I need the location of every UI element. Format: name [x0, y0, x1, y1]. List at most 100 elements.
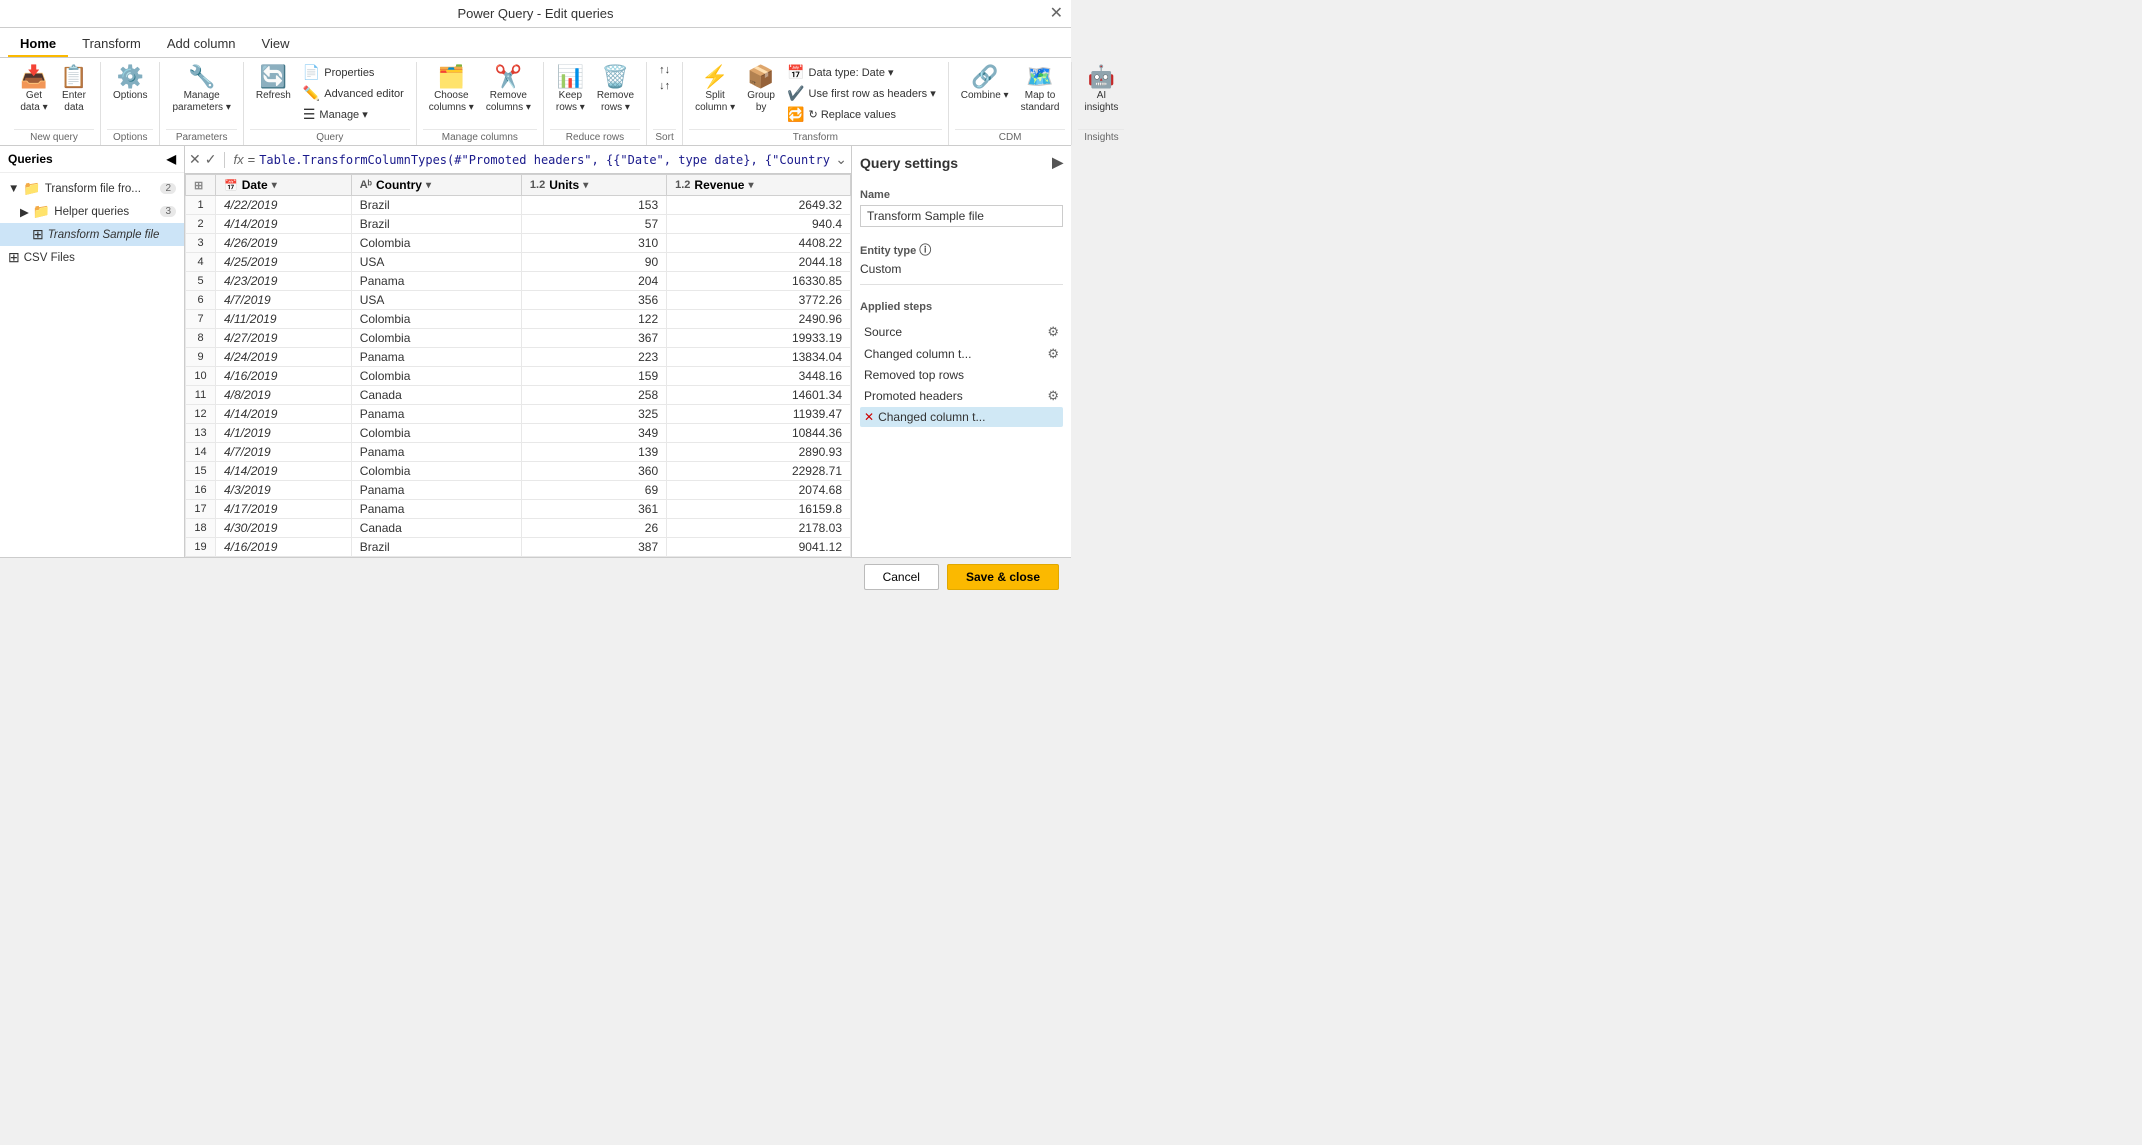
ribbon-group-transform: ⚡ Splitcolumn ▾ 📦 Groupby 📅 Data type: D… — [683, 62, 949, 145]
col-country-label: Country — [376, 178, 422, 192]
table-row[interactable]: 6 4/7/2019 USA 356 3772.26 — [186, 291, 851, 310]
queries-panel: Queries ◀ ▼ 📁 Transform file fro... 2 ▶ … — [0, 146, 185, 557]
date-filter-icon[interactable]: ▾ — [272, 180, 277, 191]
cell-country: Colombia — [351, 424, 521, 443]
table-row[interactable]: 8 4/27/2019 Colombia 367 19933.19 — [186, 329, 851, 348]
units-type-icon: 1.2 — [530, 179, 545, 191]
table-row[interactable]: 10 4/16/2019 Colombia 159 3448.16 — [186, 367, 851, 386]
ai-insights-button[interactable]: 🤖 AIinsights — [1078, 62, 1124, 118]
cell-country: Panama — [351, 348, 521, 367]
country-filter-icon[interactable]: ▾ — [426, 180, 431, 191]
get-data-button[interactable]: 📥 Getdata ▾ — [14, 62, 54, 118]
table-row[interactable]: 1 4/22/2019 Brazil 153 2649.32 — [186, 196, 851, 215]
cell-units: 159 — [521, 367, 666, 386]
combine-button[interactable]: 🔗 Combine ▾ — [955, 62, 1015, 106]
table-row[interactable]: 9 4/24/2019 Panama 223 13834.04 — [186, 348, 851, 367]
choose-columns-button[interactable]: 🗂️ Choosecolumns ▾ — [423, 62, 480, 118]
table-row[interactable]: 5 4/23/2019 Panama 204 16330.85 — [186, 272, 851, 291]
manage-button[interactable]: ☰ Manage ▾ — [297, 104, 410, 125]
insights-group-label: Insights — [1078, 129, 1124, 145]
map-to-standard-button[interactable]: 🗺️ Map tostandard — [1015, 62, 1066, 118]
applied-step-item[interactable]: Source⚙ — [860, 321, 1063, 343]
query-item-csv-files[interactable]: ⊞ CSV Files — [0, 246, 184, 269]
data-grid-wrap[interactable]: ⊞ 📅 Date ▾ Aᵇ — [185, 174, 851, 557]
units-filter-icon[interactable]: ▾ — [583, 180, 588, 191]
query-item-transform-file[interactable]: ▼ 📁 Transform file fro... 2 — [0, 177, 184, 200]
table-row[interactable]: 4 4/25/2019 USA 90 2044.18 — [186, 253, 851, 272]
row-num: 13 — [186, 424, 216, 443]
use-first-row-button[interactable]: ✔️ Use first row as headers ▾ — [781, 83, 942, 104]
name-field[interactable]: Transform Sample file — [860, 205, 1063, 227]
data-type-button[interactable]: 📅 Data type: Date ▾ — [781, 62, 942, 83]
cell-revenue: 2178.03 — [667, 519, 851, 538]
table-row[interactable]: 16 4/3/2019 Panama 69 2074.68 — [186, 481, 851, 500]
table-icon-header: ⊞ — [194, 180, 203, 192]
properties-icon: 📄 — [303, 64, 320, 81]
manage-parameters-button[interactable]: 🔧 Manageparameters ▾ — [166, 62, 236, 118]
save-close-button[interactable]: Save & close — [947, 564, 1059, 590]
close-button[interactable]: ✕ — [1050, 6, 1063, 22]
group-by-button[interactable]: 📦 Groupby — [741, 62, 781, 118]
queries-collapse-icon[interactable]: ◀ — [167, 152, 176, 166]
keep-rows-button[interactable]: 📊 Keeprows ▾ — [550, 62, 591, 118]
remove-columns-button[interactable]: ✂️ Removecolumns ▾ — [480, 62, 537, 118]
split-column-button[interactable]: ⚡ Splitcolumn ▾ — [689, 62, 741, 118]
row-num: 2 — [186, 215, 216, 234]
sort-asc-button[interactable]: ↑↓ — [653, 62, 676, 78]
applied-step-item[interactable]: ✕Changed column t... — [860, 407, 1063, 427]
entity-type-info-icon[interactable]: ⓘ — [919, 243, 931, 257]
formula-input[interactable] — [259, 153, 831, 167]
refresh-button[interactable]: 🔄 Refresh — [250, 62, 297, 106]
cell-date: 4/7/2019 — [216, 443, 352, 462]
table-row[interactable]: 14 4/7/2019 Panama 139 2890.93 — [186, 443, 851, 462]
table-row[interactable]: 18 4/30/2019 Canada 26 2178.03 — [186, 519, 851, 538]
ribbon-group-insights: 🤖 AIinsights Insights — [1072, 62, 1130, 145]
settings-expand-icon[interactable]: ▶ — [1052, 154, 1063, 171]
cell-country: Brazil — [351, 196, 521, 215]
cell-date: 4/8/2019 — [216, 386, 352, 405]
table-row[interactable]: 12 4/14/2019 Panama 325 11939.47 — [186, 405, 851, 424]
applied-step-item[interactable]: Removed top rows — [860, 365, 1063, 385]
applied-step-item[interactable]: Changed column t...⚙ — [860, 343, 1063, 365]
query-item-transform-sample[interactable]: ⊞ Transform Sample file — [0, 223, 184, 246]
tab-add-column[interactable]: Add column — [155, 32, 248, 57]
step-gear-icon[interactable]: ⚙ — [1047, 324, 1059, 340]
col-header-country[interactable]: Aᵇ Country ▾ — [351, 175, 521, 196]
properties-button[interactable]: 📄 Properties — [297, 62, 410, 83]
cancel-button[interactable]: Cancel — [864, 564, 939, 590]
table-row[interactable]: 19 4/16/2019 Brazil 387 9041.12 — [186, 538, 851, 557]
entity-type-value: Custom — [860, 262, 1063, 276]
remove-rows-button[interactable]: 🗑️ Removerows ▾ — [591, 62, 640, 118]
col-header-revenue[interactable]: 1.2 Revenue ▾ — [667, 175, 851, 196]
col-header-date[interactable]: 📅 Date ▾ — [216, 175, 352, 196]
step-gear-icon[interactable]: ⚙ — [1047, 388, 1059, 404]
table-row[interactable]: 17 4/17/2019 Panama 361 16159.8 — [186, 500, 851, 519]
cell-units: 69 — [521, 481, 666, 500]
accept-step-icon[interactable]: ✓ — [205, 151, 217, 168]
table-row[interactable]: 2 4/14/2019 Brazil 57 940.4 — [186, 215, 851, 234]
replace-values-button[interactable]: 🔁 ↻ Replace values — [781, 104, 942, 125]
tab-transform[interactable]: Transform — [70, 32, 153, 57]
table-row[interactable]: 13 4/1/2019 Colombia 349 10844.36 — [186, 424, 851, 443]
query-item-helper-queries[interactable]: ▶ 📁 Helper queries 3 — [0, 200, 184, 223]
col-header-units[interactable]: 1.2 Units ▾ — [521, 175, 666, 196]
advanced-editor-button[interactable]: ✏️ Advanced editor — [297, 83, 410, 104]
applied-step-item[interactable]: Promoted headers⚙ — [860, 385, 1063, 407]
sort-desc-button[interactable]: ↓↑ — [653, 78, 676, 94]
step-delete-icon[interactable]: ✕ — [864, 410, 874, 424]
sort-asc-icon: ↑↓ — [659, 64, 670, 76]
delete-step-icon[interactable]: ✕ — [189, 151, 201, 168]
options-button[interactable]: ⚙️ Options — [107, 62, 153, 106]
table-row[interactable]: 3 4/26/2019 Colombia 310 4408.22 — [186, 234, 851, 253]
tab-home[interactable]: Home — [8, 32, 68, 57]
tab-view[interactable]: View — [250, 32, 302, 57]
table-row[interactable]: 7 4/11/2019 Colombia 122 2490.96 — [186, 310, 851, 329]
revenue-filter-icon[interactable]: ▾ — [748, 180, 753, 191]
cell-units: 139 — [521, 443, 666, 462]
step-gear-icon[interactable]: ⚙ — [1047, 346, 1059, 362]
applied-steps-list: Source⚙Changed column t...⚙Removed top r… — [860, 321, 1063, 427]
table-row[interactable]: 15 4/14/2019 Colombia 360 22928.71 — [186, 462, 851, 481]
enter-data-button[interactable]: 📋 Enterdata — [54, 62, 94, 118]
formula-expand-icon[interactable]: ⌄ — [835, 151, 847, 168]
table-row[interactable]: 11 4/8/2019 Canada 258 14601.34 — [186, 386, 851, 405]
